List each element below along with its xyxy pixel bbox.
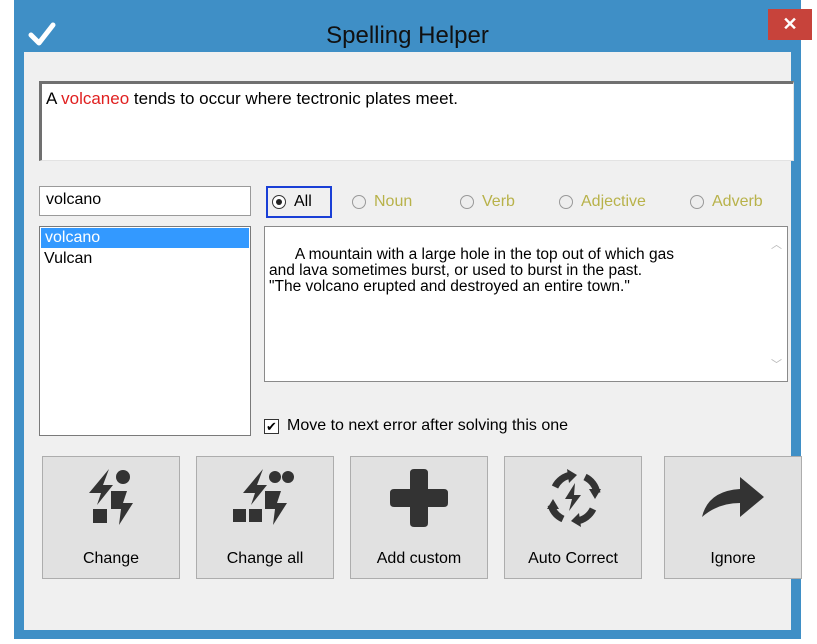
change-all-label: Change all <box>226 550 304 567</box>
move-next-option[interactable]: ✔ Move to next error after solving this … <box>264 414 568 438</box>
definition-box[interactable]: A mountain with a large hole in the top … <box>264 226 788 382</box>
radio-indicator <box>272 195 286 209</box>
radio-adjective[interactable]: Adjective <box>559 186 646 218</box>
change-all-button[interactable]: Change all <box>196 456 334 579</box>
radio-indicator <box>559 195 573 209</box>
misspelled-word[interactable]: volcaneo <box>61 89 129 108</box>
replacement-word-input[interactable]: volcano <box>39 186 251 216</box>
change-icon <box>89 469 133 525</box>
sentence-before: A <box>46 89 62 108</box>
radio-label: Adverb <box>712 193 763 210</box>
part-of-speech-filter: All Noun Verb Adjective Adverb <box>266 186 796 218</box>
add-custom-button[interactable]: Add custom <box>350 456 488 579</box>
radio-indicator <box>460 195 474 209</box>
suggestions-list[interactable]: volcano Vulcan <box>39 226 251 436</box>
scroll-up-icon[interactable]: ︿ <box>771 237 782 253</box>
radio-indicator <box>352 195 366 209</box>
suggestion-item[interactable]: volcano <box>41 228 249 248</box>
suggestion-item[interactable]: Vulcan <box>40 249 250 269</box>
radio-label: Verb <box>482 193 515 210</box>
sentence-after: tends to occur where tectronic plates me… <box>129 89 459 108</box>
radio-label: Noun <box>374 193 413 210</box>
radio-all[interactable]: All <box>266 186 332 218</box>
auto-correct-icon <box>547 469 601 527</box>
radio-adverb[interactable]: Adverb <box>690 186 763 218</box>
add-custom-label: Add custom <box>376 550 462 567</box>
move-next-checkbox[interactable]: ✔ <box>264 418 279 434</box>
scroll-down-icon[interactable]: ﹀ <box>771 357 782 373</box>
change-all-icon <box>233 469 294 525</box>
move-next-label: Move to next error after solving this on… <box>287 417 569 434</box>
auto-correct-label: Auto Correct <box>528 550 618 567</box>
close-button[interactable]: ✕ <box>768 9 812 40</box>
radio-indicator <box>690 195 704 209</box>
plus-icon <box>390 469 448 527</box>
radio-noun[interactable]: Noun <box>352 186 412 218</box>
radio-verb[interactable]: Verb <box>460 186 515 218</box>
spelling-helper-window: Spelling Helper ✕ A volcaneo tends to oc… <box>14 0 812 639</box>
dialog-body: A volcaneo tends to occur where tectroni… <box>24 52 802 630</box>
radio-label: All <box>294 193 312 210</box>
ignore-label: Ignore <box>710 550 756 567</box>
change-label: Change <box>82 550 140 567</box>
definition-text: A mountain with a large hole in the top … <box>269 246 674 295</box>
sentence-box[interactable]: A volcaneo tends to occur where tectroni… <box>39 81 794 161</box>
close-icon: ✕ <box>782 14 798 34</box>
auto-correct-button[interactable]: Auto Correct <box>504 456 642 579</box>
radio-label: Adjective <box>581 193 646 210</box>
change-button[interactable]: Change <box>42 456 180 579</box>
forward-arrow-icon <box>702 477 764 517</box>
ignore-button[interactable]: Ignore <box>664 456 802 579</box>
window-title: Spelling Helper <box>326 22 489 49</box>
